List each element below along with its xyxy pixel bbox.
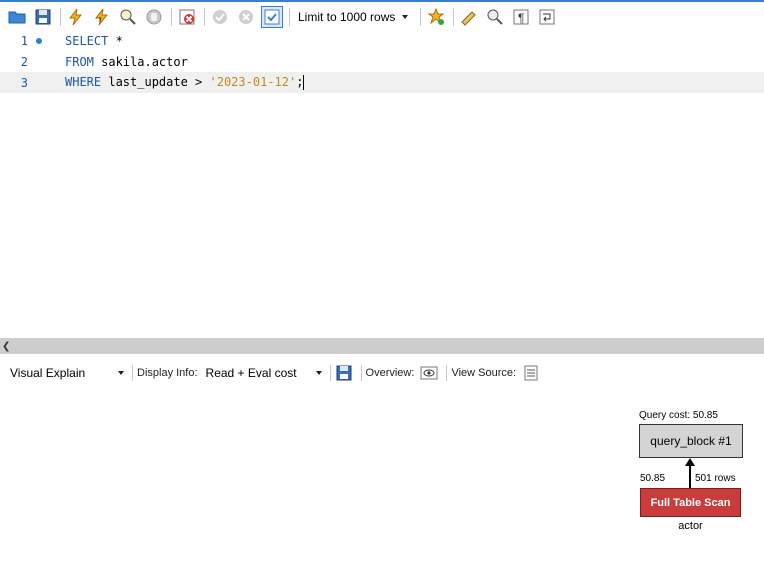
toolbar-separator [132,365,133,381]
svg-text:¶: ¶ [518,11,524,25]
open-folder-icon[interactable] [6,6,28,28]
display-info-value: Read + Eval cost [205,366,297,380]
overview-label: Overview: [365,367,415,379]
sql-text: last_update > [101,75,210,89]
editor-toolbar: I Limit to 1000 rows ¶ [0,0,764,32]
chevron-down-icon [118,371,124,375]
table-name-label: actor [678,520,703,532]
execute-current-icon[interactable]: I [91,6,113,28]
code-text: FROM sakila.actor [65,55,188,69]
sql-editor[interactable]: 1 SELECT * 2 FROM sakila.actor 3 WHERE l… [0,32,764,338]
sql-string: '2023-01-12' [209,75,297,89]
svg-text:I: I [99,17,101,24]
view-type-select[interactable]: Visual Explain [0,366,128,380]
toolbar-separator [453,8,454,26]
line-number: 2 [20,54,28,69]
display-info-label: Display Info: [137,367,198,379]
limit-rows-label: Limit to 1000 rows [298,10,396,24]
limit-rows-select[interactable]: Limit to 1000 rows [294,6,414,28]
sql-text: * [108,33,123,48]
wrap-lines-icon[interactable] [536,6,558,28]
access-type-label: Full Table Scan [650,496,731,509]
view-source-label: View Source: [451,367,517,379]
toolbar-separator [289,8,290,26]
sql-keyword: WHERE [65,75,102,89]
code-text: WHERE last_update > '2023-01-12'; [65,75,305,90]
text-cursor [303,75,305,90]
autocommit-icon[interactable] [261,6,283,28]
toolbar-separator [360,365,362,381]
invisible-chars-icon[interactable]: ¶ [510,6,532,28]
sql-keyword: SELECT [65,33,109,48]
editor-line: 1 SELECT * [0,30,764,51]
save-icon[interactable] [32,6,54,28]
toggle-error-icon[interactable] [176,6,198,28]
beautify-icon[interactable] [458,6,480,28]
line-number: 1 [20,33,28,48]
commit-icon[interactable] [209,6,231,28]
sql-keyword: FROM [65,54,94,69]
toolbar-separator [60,8,61,26]
display-info-select[interactable]: Read + Eval cost [204,366,326,380]
toolbar-separator [171,8,172,26]
edge-cost-label: 50.85 [640,473,666,484]
editor-line: 2 FROM sakila.actor [0,51,764,72]
code-text: SELECT * [65,34,123,48]
scroll-left-icon[interactable]: ❮ [2,341,10,352]
query-cost-label: Query cost: 50.85 [639,410,718,421]
query-block-label: query_block #1 [650,434,732,448]
query-block-node[interactable]: query_block #1 [639,424,743,458]
stop-icon[interactable] [143,6,165,28]
overview-eye-icon[interactable] [420,364,438,382]
view-source-icon[interactable] [522,364,540,382]
toolbar-separator [204,8,205,26]
save-explain-icon[interactable] [335,364,353,382]
find-icon[interactable] [484,6,506,28]
explain-toolbar: Visual Explain Display Info: Read + Eval… [0,362,764,384]
chevron-down-icon [315,371,322,375]
toolbar-separator [446,365,448,381]
line-number: 3 [20,75,28,90]
statement-marker-icon [36,37,42,44]
sql-text: sakila.actor [93,54,188,69]
edge-rows-label: 501 rows [695,473,736,484]
explain-icon[interactable] [117,6,139,28]
sql-text: ; [296,75,304,89]
add-snippet-icon[interactable] [425,6,447,28]
rollback-icon[interactable] [235,6,257,28]
chevron-down-icon [402,15,408,19]
full-table-scan-node[interactable]: Full Table Scan [640,488,741,517]
horizontal-scrollbar[interactable]: ❮ [0,338,764,354]
editor-line-current: 3 WHERE last_update > '2023-01-12'; [0,72,764,93]
view-type-label: Visual Explain [10,366,86,380]
execute-icon[interactable] [65,6,87,28]
toolbar-separator [420,8,421,26]
toolbar-separator [329,365,331,381]
